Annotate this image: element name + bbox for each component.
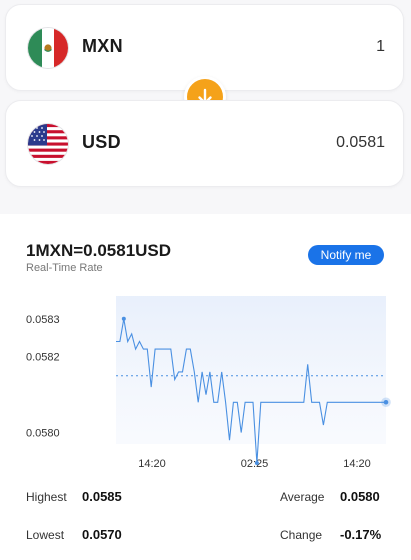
to-currency-code[interactable]: USD <box>82 132 121 153</box>
lowest-value: 0.0570 <box>82 527 122 542</box>
from-currency-code[interactable]: MXN <box>82 36 123 57</box>
to-amount-value: 0.0581 <box>336 134 385 151</box>
change-value: -0.17% <box>340 527 382 542</box>
average-label: Average <box>280 490 325 504</box>
change-label: Change <box>280 528 323 542</box>
y-tick-label: 0.0580 <box>26 428 60 440</box>
highest-label: Highest <box>26 490 67 504</box>
current-point-marker <box>383 399 389 405</box>
high-point-marker <box>121 316 126 321</box>
mexico-flag-icon <box>28 28 68 68</box>
rate-subtitle: Real-Time Rate <box>26 262 103 274</box>
y-tick-label: 0.0582 <box>26 352 60 364</box>
y-tick-label: 0.0583 <box>26 314 60 326</box>
usa-flag-icon <box>28 124 68 164</box>
rate-title: 1MXN=0.0581USD <box>26 241 172 260</box>
rate-chart[interactable]: 0.0583 0.0582 0.0580 14:20 02:25 14:20 <box>0 290 411 480</box>
from-amount-input[interactable]: 1 <box>376 38 385 56</box>
average-value: 0.0580 <box>340 489 380 504</box>
highest-value: 0.0585 <box>82 489 122 504</box>
to-currency-card[interactable]: USD 0.0581 <box>5 100 404 187</box>
x-tick-label: 14:20 <box>138 458 166 470</box>
low-point-marker <box>254 460 259 465</box>
x-tick-label: 14:20 <box>343 458 371 470</box>
x-tick-label: 02:25 <box>241 458 269 470</box>
chart-plot-area <box>116 296 386 444</box>
notify-me-button[interactable]: Notify me <box>308 245 384 265</box>
lowest-label: Lowest <box>26 528 65 542</box>
